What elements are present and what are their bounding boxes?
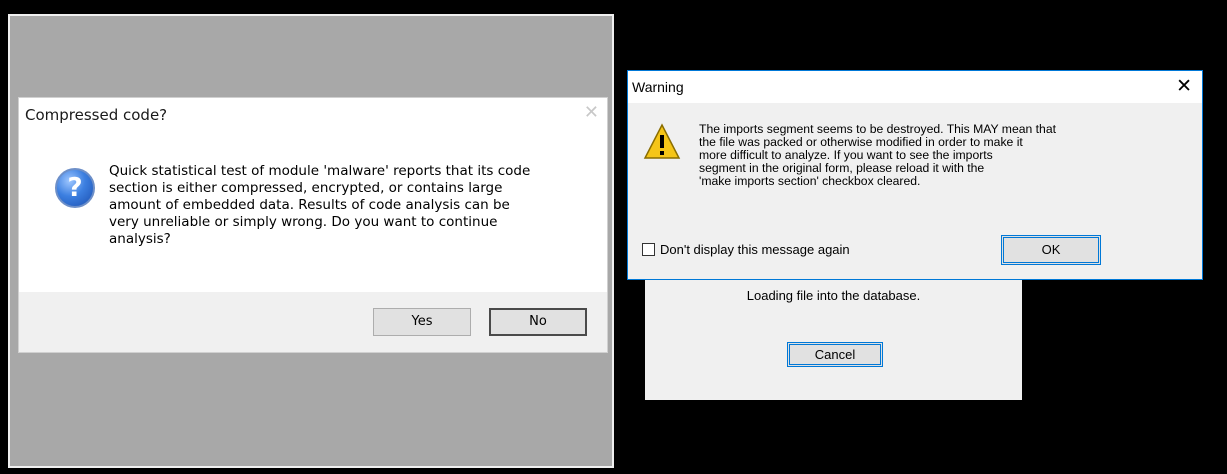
warning-titlebar: Warning ✕ [628,71,1202,103]
checkbox-label: Don't display this message again [660,242,850,257]
close-icon[interactable]: ✕ [584,102,599,123]
dialog-button-bar: Yes No [19,292,607,352]
warning-icon [643,123,681,161]
left-screen-panel: Compressed code? ✕ ? Quick statistical t… [8,14,614,468]
loading-dialog: Loading file into the database. Cancel [645,276,1022,400]
close-icon[interactable]: ✕ [1176,75,1192,97]
cancel-button[interactable]: Cancel [787,342,883,367]
yes-button[interactable]: Yes [373,308,471,336]
warning-title: Warning [632,79,684,95]
dont-display-checkbox[interactable] [642,243,655,256]
dialog-title: Compressed code? [25,106,168,124]
loading-message: Loading file into the database. [746,288,921,303]
no-button[interactable]: No [489,308,587,336]
warning-message: The imports segment seems to be destroye… [699,122,1056,188]
ok-button[interactable]: OK [1001,235,1101,265]
screenshot-frame: Compressed code? ✕ ? Quick statistical t… [0,0,1227,474]
warning-dialog: Warning ✕ The imports segment seems to b… [627,70,1203,280]
compressed-code-dialog: Compressed code? ✕ ? Quick statistical t… [18,97,608,353]
dialog-message: Quick statistical test of module 'malwar… [109,163,531,247]
question-icon: ? [55,168,95,208]
right-screen-panel: Loading file into the database. Cancel W… [618,14,1224,468]
